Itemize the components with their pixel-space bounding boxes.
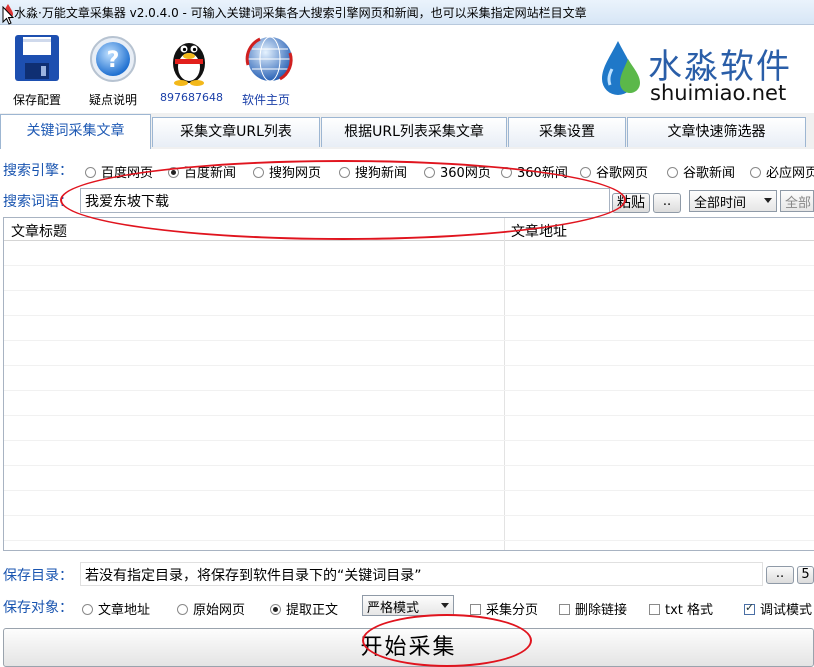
- help-icon: ?: [87, 29, 139, 87]
- table-header: 文章标题 文章地址: [4, 218, 814, 241]
- save-dir-browse-button[interactable]: ..: [766, 566, 794, 584]
- engine-radio-baidu-news[interactable]: 百度新闻: [168, 162, 236, 181]
- water-drop-icon: [602, 41, 640, 95]
- engine-radio-bing-web[interactable]: 必应网页: [750, 162, 814, 181]
- row-divider: [4, 315, 814, 316]
- results-table[interactable]: 文章标题 文章地址: [3, 217, 814, 551]
- title-bar: 水淼·万能文章采集器 v2.0.4.0 - 可输入关键词采集各大搜索引擎网页和新…: [0, 0, 814, 25]
- engine-label: 搜索引擎：: [3, 163, 73, 179]
- save-config-button[interactable]: 保存配置: [8, 29, 66, 108]
- keyword-label: 搜索词语：: [3, 194, 73, 210]
- save-radio-article-url[interactable]: 文章地址: [82, 599, 150, 618]
- save-dir-label: 保存目录：: [3, 568, 73, 584]
- engine-radio-google-news[interactable]: 谷歌新闻: [667, 162, 735, 181]
- time-range-select[interactable]: 全部时间: [689, 190, 777, 212]
- row-divider: [4, 490, 814, 491]
- logo-text-en: shuimiao.net: [650, 81, 787, 105]
- column-divider: [504, 218, 505, 550]
- row-divider: [4, 390, 814, 391]
- chevron-down-icon: [441, 603, 449, 608]
- qq-button[interactable]: 897687648: [160, 29, 223, 104]
- time-range-value: 全部时间: [694, 196, 747, 211]
- mouse-cursor-icon: [2, 6, 14, 25]
- remove-links-checkbox[interactable]: 删除链接: [559, 599, 627, 618]
- qq-penguin-icon: [163, 29, 215, 87]
- window-title: 水淼·万能文章采集器 v2.0.4.0 - 可输入关键词采集各大搜索引擎网页和新…: [14, 6, 587, 20]
- save-target-label: 保存对象：: [3, 600, 73, 616]
- engine-radio-360-web[interactable]: 360网页: [424, 162, 491, 181]
- row-divider: [4, 440, 814, 441]
- toolbar: 保存配置 ? 疑点说明 897687648 软件主页 水淼软件 shuimiao…: [0, 25, 814, 113]
- engine-radio-360-news[interactable]: 360新闻: [501, 162, 568, 181]
- qq-number-label: 897687648: [160, 91, 223, 104]
- save-config-label: 保存配置: [12, 93, 61, 107]
- tab-settings[interactable]: 采集设置: [508, 117, 626, 147]
- mode-select[interactable]: 严格模式: [362, 595, 454, 616]
- column-header-title[interactable]: 文章标题: [11, 221, 67, 241]
- debug-mode-checkbox[interactable]: 调试模式: [744, 599, 812, 618]
- homepage-button[interactable]: 软件主页: [236, 29, 296, 108]
- column-header-url[interactable]: 文章地址: [511, 221, 567, 241]
- tab-bar: 关键词采集文章 采集文章URL列表 根据URL列表采集文章 采集设置 文章快速筛…: [0, 114, 814, 150]
- engine-radio-baidu-web[interactable]: 百度网页: [85, 162, 153, 181]
- help-button[interactable]: ? 疑点说明: [84, 29, 142, 108]
- collect-pages-checkbox[interactable]: 采集分页: [470, 599, 538, 618]
- help-label: 疑点说明: [88, 93, 137, 107]
- start-collect-button[interactable]: 开始采集: [3, 628, 814, 667]
- floppy-disk-icon: [11, 29, 63, 87]
- scope-select[interactable]: 全部: [780, 190, 814, 212]
- row-divider: [4, 290, 814, 291]
- txt-format-checkbox[interactable]: txt 格式: [649, 599, 713, 618]
- save-dir-extra-button[interactable]: 5: [797, 566, 814, 584]
- paste-button[interactable]: 粘贴: [612, 193, 650, 213]
- tab-quick-filter[interactable]: 文章快速筛选器: [627, 117, 806, 147]
- tab-collect-by-url[interactable]: 根据URL列表采集文章: [321, 117, 507, 147]
- tab-keyword-collect[interactable]: 关键词采集文章: [0, 114, 151, 149]
- save-dir-input[interactable]: 若没有指定目录，将保存到软件目录下的“关键词目录”: [80, 562, 763, 586]
- mode-value: 严格模式: [367, 601, 420, 616]
- tab-url-list[interactable]: 采集文章URL列表: [152, 117, 320, 147]
- engine-radio-sogou-news[interactable]: 搜狗新闻: [339, 162, 407, 181]
- globe-icon: [240, 29, 293, 87]
- row-divider: [4, 265, 814, 266]
- row-divider: [4, 465, 814, 466]
- keyword-input[interactable]: 我爱东坡下载: [80, 188, 610, 213]
- row-divider: [4, 340, 814, 341]
- engine-radio-sogou-web[interactable]: 搜狗网页: [253, 162, 321, 181]
- keyword-browse-button[interactable]: ..: [653, 193, 681, 213]
- row-divider: [4, 540, 814, 541]
- engine-radio-google-web[interactable]: 谷歌网页: [580, 162, 648, 181]
- chevron-down-icon: [764, 198, 772, 203]
- save-radio-extract-body[interactable]: 提取正文: [270, 599, 338, 618]
- row-divider: [4, 415, 814, 416]
- row-divider: [4, 365, 814, 366]
- brand-logo: 水淼软件 shuimiao.net: [598, 33, 808, 113]
- homepage-label: 软件主页: [241, 93, 290, 107]
- save-radio-raw-page[interactable]: 原始网页: [177, 599, 245, 618]
- row-divider: [4, 515, 814, 516]
- svg-text:?: ?: [107, 48, 120, 73]
